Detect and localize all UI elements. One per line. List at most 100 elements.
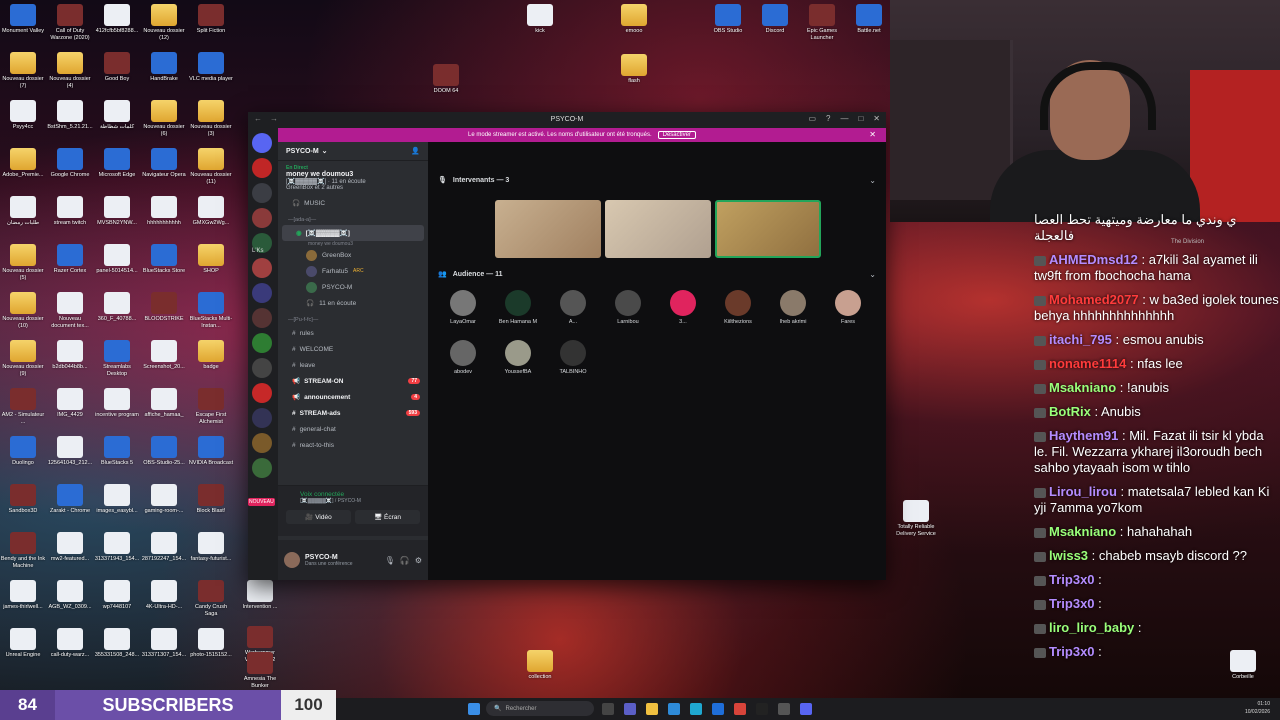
desktop-icon[interactable]: kick bbox=[517, 4, 563, 48]
server-icon[interactable] bbox=[252, 158, 272, 178]
desktop-icon[interactable]: Nouveau dossier (10) bbox=[0, 292, 46, 336]
desktop-icon[interactable]: Nouveau document tex... bbox=[47, 292, 93, 336]
desktop-icon[interactable]: AGB_WZ_0309... bbox=[47, 580, 93, 624]
speaker-tile[interactable] bbox=[715, 200, 821, 258]
channel-leave[interactable]: # leave bbox=[278, 357, 428, 373]
audience-header[interactable]: 👥 Audience — 11 bbox=[438, 270, 503, 279]
chat-username[interactable]: itachi_795 bbox=[1049, 332, 1112, 347]
desktop-icon[interactable]: Candy Crush Saga bbox=[188, 580, 234, 624]
desktop-icon[interactable]: panel-5014514... bbox=[94, 244, 140, 288]
desktop-icon[interactable]: Nouveau dossier (12) bbox=[141, 4, 187, 48]
chat-username[interactable]: Trip3x0 bbox=[1049, 644, 1095, 659]
desktop-icon[interactable]: Escape First Alchemist bbox=[188, 388, 234, 432]
desktop-icon[interactable]: Monument Valley bbox=[0, 4, 46, 48]
discord-taskbar-icon[interactable] bbox=[800, 703, 812, 715]
avatar[interactable] bbox=[284, 552, 300, 568]
desktop-icon[interactable]: Nouveau dossier (7) bbox=[0, 52, 46, 96]
desktop-icon[interactable]: affiche_hamaa_ bbox=[141, 388, 187, 432]
screen-button[interactable]: 🖥 Écran bbox=[355, 510, 420, 524]
desktop-icon[interactable]: MVSBN2YNW... bbox=[94, 196, 140, 240]
chat-username[interactable]: noname1114 bbox=[1049, 356, 1126, 371]
desktop-icon[interactable]: 125641043_212... bbox=[47, 436, 93, 480]
audience-member[interactable]: Ben Hamana M bbox=[495, 290, 541, 325]
server-header[interactable]: PSYCO-M ⌄ 👤 bbox=[278, 142, 428, 161]
desktop-icon[interactable]: 360_F_40788... bbox=[94, 292, 140, 336]
channel-welcome[interactable]: # WELCOME bbox=[278, 341, 428, 357]
desktop-icon[interactable]: Nouveau dossier (3) bbox=[188, 100, 234, 144]
server-icon[interactable] bbox=[252, 183, 272, 203]
channel-general-chat[interactable]: # general-chat bbox=[278, 421, 428, 437]
disable-streamer-button[interactable]: Désactiver bbox=[657, 131, 696, 139]
voice-user[interactable]: GreenBox bbox=[278, 247, 428, 263]
chevron-down-icon[interactable]: ⌄ bbox=[869, 270, 876, 279]
back-icon[interactable]: ← bbox=[254, 114, 262, 123]
chat-username[interactable]: lwiss3 bbox=[1049, 548, 1088, 563]
server-icon[interactable] bbox=[252, 408, 272, 428]
forward-icon[interactable]: → bbox=[270, 114, 278, 123]
desktop-icon[interactable]: Zarakt - Chrome bbox=[47, 484, 93, 528]
chat-username[interactable]: Mohamed2077 bbox=[1049, 292, 1139, 307]
desktop-icon[interactable]: HandBrake bbox=[141, 52, 187, 96]
search-box[interactable]: 🔍 Rechercher bbox=[486, 701, 594, 716]
desktop-icon[interactable]: AM2 - Simulateur ... bbox=[0, 388, 46, 432]
task-view-icon[interactable] bbox=[602, 703, 614, 715]
maximize-button[interactable]: □ bbox=[858, 114, 863, 123]
desktop-icon[interactable]: Razer Cortex bbox=[47, 244, 93, 288]
add-member-icon[interactable]: 👤 bbox=[411, 147, 420, 155]
desktop-icon[interactable]: BlueStacks Multi-Instan... bbox=[188, 292, 234, 336]
chat-username[interactable]: Lirou_lirou bbox=[1049, 484, 1117, 499]
channel-rules[interactable]: # rules bbox=[278, 325, 428, 341]
audience-member[interactable]: Iheb akrimi bbox=[770, 290, 816, 325]
store-icon[interactable] bbox=[668, 703, 680, 715]
desktop-icon[interactable]: Split Fiction bbox=[188, 4, 234, 48]
channel-announcement[interactable]: 📢 announcement 4 bbox=[278, 389, 428, 405]
desktop-icon[interactable]: BLOODSTRIKE bbox=[141, 292, 187, 336]
desktop-icon[interactable]: 4K-Ultra-HD-... bbox=[141, 580, 187, 624]
desktop-icon[interactable]: 355331508_248... bbox=[94, 628, 140, 672]
speaker-tile[interactable] bbox=[605, 200, 711, 258]
desktop-icon[interactable]: collection bbox=[517, 650, 563, 694]
desktop-icon[interactable]: Nouveau dossier (5) bbox=[0, 244, 46, 288]
desktop-icon[interactable]: Intervention ... bbox=[237, 580, 283, 624]
gear-icon[interactable]: ⚙ bbox=[415, 556, 422, 565]
desktop-icon[interactable]: Nouveau dossier (9) bbox=[0, 340, 46, 384]
desktop-icon[interactable]: fantasy-futurist... bbox=[188, 532, 234, 576]
desktop-icon[interactable]: Battle.net bbox=[846, 4, 892, 48]
desktop-icon[interactable]: Sandbox3D bbox=[0, 484, 46, 528]
guild-label[interactable]: L'Ks bbox=[252, 248, 263, 254]
teams-icon[interactable] bbox=[624, 703, 636, 715]
desktop-icon[interactable]: كلمات شظاظة bbox=[94, 100, 140, 144]
channel-stream-on[interactable]: 📢 STREAM-ON 77 bbox=[278, 373, 428, 389]
desktop-icon[interactable]: طلبات رمضان bbox=[0, 196, 46, 240]
chevron-down-icon[interactable]: ⌄ bbox=[869, 176, 876, 185]
desktop-icon[interactable]: gaming-room-... bbox=[141, 484, 187, 528]
speakers-header[interactable]: 🎙 Intervenants — 3 bbox=[438, 176, 509, 185]
category-header[interactable]: —[ada-a]— bbox=[278, 211, 428, 225]
audience-member[interactable]: Kiilthezions bbox=[715, 290, 761, 325]
chat-username[interactable]: Trip3x0 bbox=[1049, 572, 1095, 587]
windows-start-icon[interactable] bbox=[468, 703, 480, 715]
mail-icon[interactable] bbox=[712, 703, 724, 715]
help-icon[interactable]: ? bbox=[826, 114, 830, 123]
audience-member[interactable]: TALBINHO bbox=[550, 340, 596, 375]
live-event-card[interactable]: En Direct money we doumou3 [☠️▓▓▓▓▓☠️] ·… bbox=[278, 161, 428, 195]
desktop-icon[interactable]: 412fcfb5bf8288... bbox=[94, 4, 140, 48]
server-icon[interactable] bbox=[252, 133, 272, 153]
close-icon[interactable]: ✕ bbox=[869, 130, 876, 139]
obs-icon[interactable] bbox=[778, 703, 790, 715]
server-icon[interactable] bbox=[252, 458, 272, 478]
desktop-icon[interactable]: Psyy4cc bbox=[0, 100, 46, 144]
microphone-icon[interactable]: 🎙 bbox=[385, 556, 395, 565]
audience-member[interactable]: A... bbox=[550, 290, 596, 325]
chat-username[interactable]: AHMEDmsd12 bbox=[1049, 252, 1138, 267]
channel-stream-ads[interactable]: # STREAM-ads 593 bbox=[278, 405, 428, 421]
desktop-icon[interactable]: stream twitch bbox=[47, 196, 93, 240]
desktop-icon[interactable]: OBS-Studio-25... bbox=[141, 436, 187, 480]
inbox-icon[interactable]: ▭ bbox=[808, 114, 816, 123]
desktop-icon[interactable]: images_easybl... bbox=[94, 484, 140, 528]
desktop-icon[interactable]: NVIDIA Broadcast bbox=[188, 436, 234, 480]
chat-username[interactable]: Msakniano bbox=[1049, 524, 1116, 539]
voice-user[interactable]: Farhatu5 ARC bbox=[278, 263, 428, 279]
category-header[interactable]: —[Pu-f-fc]— bbox=[278, 311, 428, 325]
new-badge[interactable]: NOUVEAU bbox=[248, 498, 275, 506]
